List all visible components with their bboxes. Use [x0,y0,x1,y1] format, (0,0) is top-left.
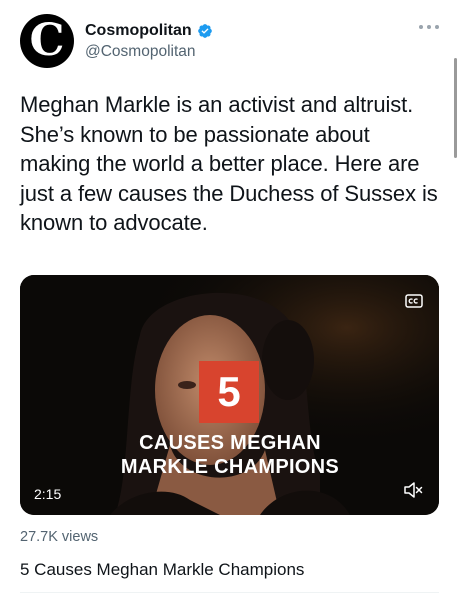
tweet-header: C Cosmopolitan @Cosmopolitan [20,14,440,70]
user-handle[interactable]: @Cosmopolitan [85,42,213,61]
video-player[interactable]: 5 CAUSES MEGHAN MARKLE CHAMPIONS 2:15 [20,275,439,515]
scrollbar-thumb[interactable] [454,58,457,158]
scrollbar[interactable] [453,0,459,600]
verified-badge-icon [197,23,212,38]
author-info: Cosmopolitan @Cosmopolitan [85,21,213,61]
video-duration: 2:15 [34,486,62,502]
divider [20,592,439,593]
display-name[interactable]: Cosmopolitan [85,21,192,40]
avatar-logo-letter: C [29,15,65,66]
more-options-icon[interactable] [418,22,440,32]
video-overlay-caption: CAUSES MEGHAN MARKLE CHAMPIONS [120,432,340,478]
tweet-text: Meghan Markle is an activist and altruis… [20,92,438,235]
view-count: 27.7K views [20,529,99,545]
overlay-number-box: 5 [199,361,259,423]
mute-icon[interactable] [403,481,423,499]
avatar[interactable]: C [20,14,74,68]
video-title[interactable]: 5 Causes Meghan Markle Champions [20,559,304,581]
closed-captions-icon[interactable] [405,293,423,309]
